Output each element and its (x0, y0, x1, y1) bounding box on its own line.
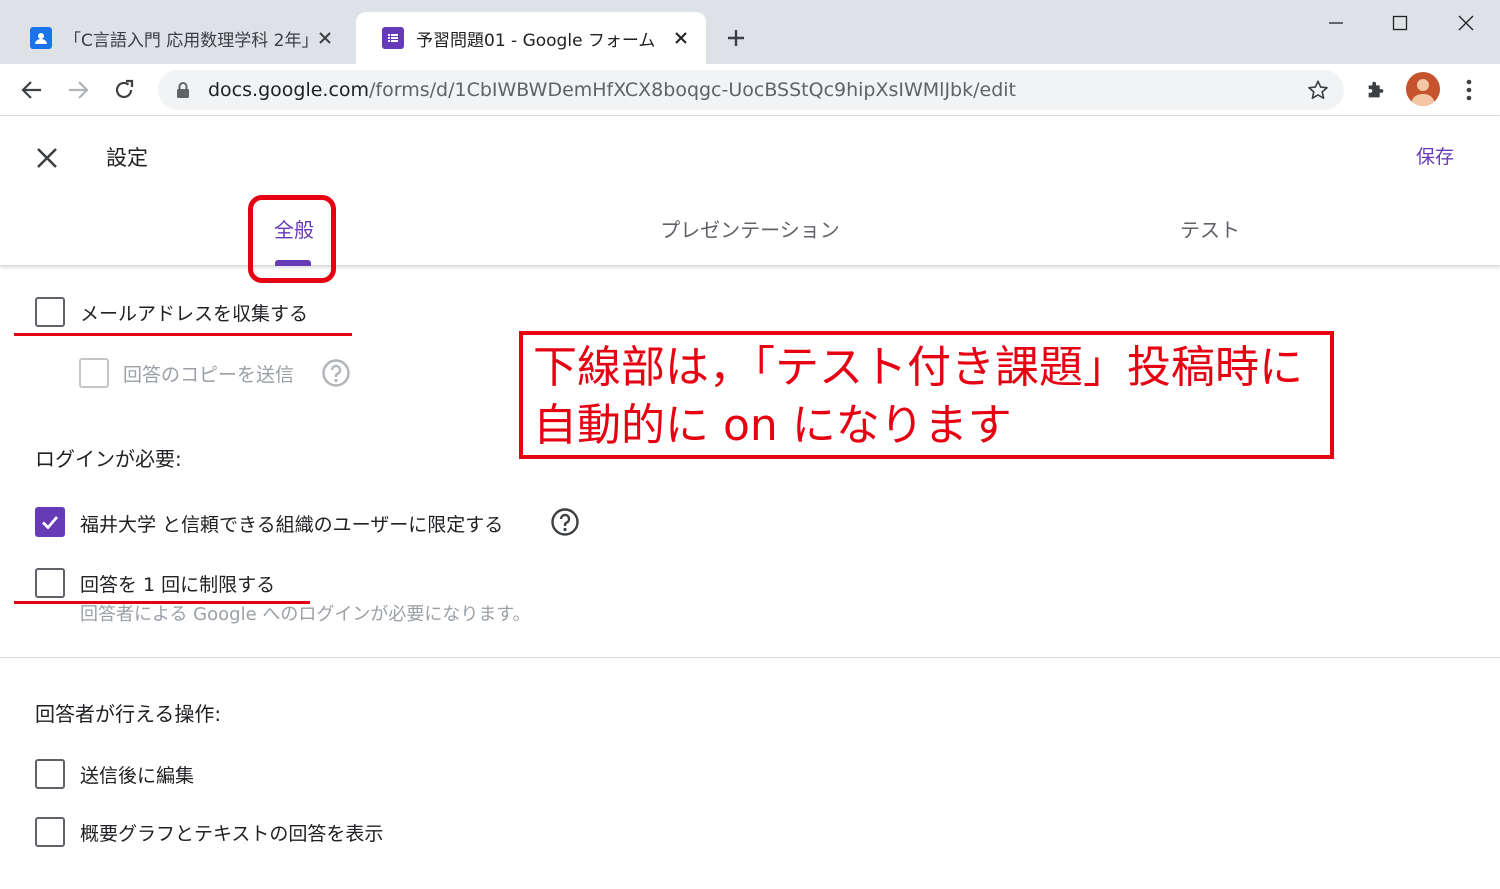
collect-email-label: メールアドレスを収集する (80, 303, 309, 325)
browser-toolbar: docs.google.com/forms/d/1CbIWBWDemHfXCX8… (0, 64, 1500, 116)
browser-tabstrip: 「C言語入門 応用数理学科 2年」の 予習問題01 - Google フォーム (0, 0, 1500, 64)
response-copy-label: 回答のコピーを送信 (123, 364, 295, 386)
close-icon[interactable] (314, 27, 336, 49)
url-host: docs.google.com (208, 79, 370, 101)
annotation-highlight-ring (248, 195, 336, 283)
tab-presentation[interactable]: プレゼンテーション (640, 214, 860, 243)
browser-tab-classroom[interactable]: 「C言語入門 応用数理学科 2年」の (4, 12, 350, 64)
dialog-title: 設定 (106, 146, 148, 170)
tab-test[interactable]: テスト (1150, 214, 1270, 243)
annotation-callout: 下線部は，「テスト付き課題」投稿時に 自動的に on になります (519, 331, 1334, 459)
response-copy-checkbox (79, 358, 109, 388)
respondents-heading: 回答者が行える操作: (35, 702, 222, 726)
tab-title: 「C言語入門 応用数理学科 2年」の (64, 30, 314, 51)
annotation-line-1: 下線部は，「テスト付き課題」投稿時に (533, 342, 1303, 393)
save-button[interactable]: 保存 (1416, 142, 1454, 169)
forms-icon (382, 27, 404, 49)
window-minimize-icon[interactable] (1316, 8, 1356, 38)
help-circle-icon[interactable] (321, 358, 351, 388)
view-summary-label: 概要グラフとテキストの回答を表示 (80, 823, 384, 845)
address-bar[interactable]: docs.google.com/forms/d/1CbIWBWDemHfXCX8… (158, 70, 1344, 110)
forward-arrow-icon[interactable] (62, 74, 94, 106)
settings-header: 設定 保存 全般 プレゼンテーション テスト (0, 116, 1500, 266)
login-required-heading: ログインが必要: (35, 447, 182, 471)
checkmark-icon (42, 516, 59, 530)
edit-after-submit-checkbox[interactable] (35, 759, 65, 789)
close-icon[interactable] (670, 27, 692, 49)
limit-one-response-checkbox[interactable] (35, 568, 65, 598)
restrict-domain-label: 福井大学 と信頼できる組織のユーザーに限定する (80, 514, 504, 536)
profile-avatar[interactable] (1406, 72, 1440, 106)
url-path: /forms/d/1CbIWBWDemHfXCX8boqgc-UocBSStQc… (369, 79, 1017, 101)
extensions-puzzle-icon[interactable] (1360, 74, 1392, 106)
reload-icon[interactable] (108, 74, 140, 106)
bookmark-star-icon[interactable] (1306, 78, 1330, 102)
window-close-icon[interactable] (1446, 8, 1486, 38)
collect-email-checkbox[interactable] (35, 297, 65, 327)
help-circle-icon[interactable] (550, 507, 580, 537)
tab-title: 予習問題01 - Google フォーム (416, 30, 656, 51)
classroom-icon (30, 27, 52, 49)
new-tab-plus-icon[interactable] (720, 22, 752, 54)
annotation-underline-email (14, 333, 352, 336)
edit-after-submit-label: 送信後に編集 (80, 765, 195, 787)
window-maximize-icon[interactable] (1380, 8, 1420, 38)
limit-one-response-label: 回答を 1 回に制限する (80, 574, 276, 596)
kebab-menu-icon[interactable] (1454, 74, 1484, 106)
lock-icon[interactable] (174, 81, 192, 99)
restrict-domain-checkbox[interactable] (35, 507, 65, 537)
section-divider (0, 657, 1500, 658)
back-arrow-icon[interactable] (16, 74, 48, 106)
annotation-line-2: 自動的に on になります (533, 400, 1012, 451)
view-summary-checkbox[interactable] (35, 817, 65, 847)
browser-tab-forms[interactable]: 予習問題01 - Google フォーム (356, 12, 706, 64)
close-icon[interactable] (30, 141, 64, 175)
annotation-underline-limit (14, 601, 310, 604)
address-url[interactable]: docs.google.com/forms/d/1CbIWBWDemHfXCX8… (208, 79, 1016, 101)
